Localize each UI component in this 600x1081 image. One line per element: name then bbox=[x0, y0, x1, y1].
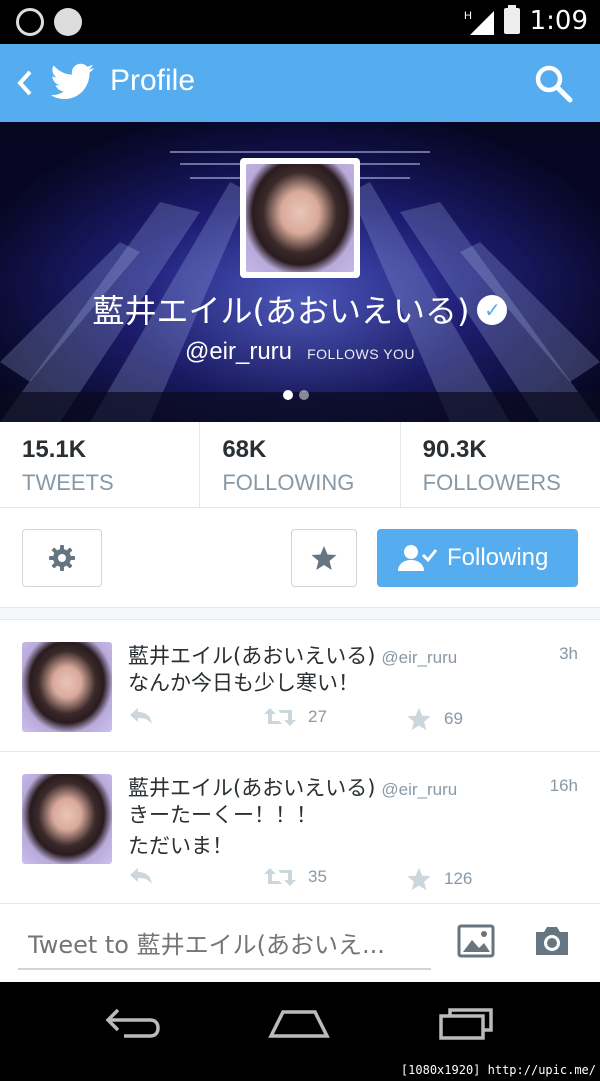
section-divider bbox=[0, 608, 600, 620]
tweet-actions: 35 126 bbox=[128, 866, 578, 894]
reply-icon bbox=[130, 868, 152, 884]
pager-dot-1[interactable] bbox=[283, 390, 293, 400]
settings-button[interactable] bbox=[22, 529, 102, 587]
retweet-icon bbox=[264, 708, 296, 726]
stat-tweets[interactable]: 15.1K TWEETS bbox=[0, 422, 201, 507]
tweet-time: 3h bbox=[559, 644, 578, 663]
tweet-text: きーたーくー！！！ ただいま！ bbox=[128, 803, 317, 858]
favorite-button[interactable]: 69 bbox=[406, 706, 463, 732]
app-bar: Profile bbox=[0, 44, 600, 122]
clock: 1:09 bbox=[529, 6, 588, 36]
favorite-profile-button[interactable] bbox=[291, 529, 357, 587]
tweet-item[interactable]: 藍井エイル(あおいえいる) @eir_ruru 3h なんか今日も少し寒い！ 27… bbox=[0, 620, 600, 752]
battery-icon bbox=[503, 5, 520, 34]
profile-name: 藍井エイル(あおいえいる) bbox=[92, 292, 470, 330]
profile-handle: @eir_ruru bbox=[184, 338, 293, 365]
profile-avatar-image bbox=[246, 164, 354, 272]
stat-following[interactable]: 68K FOLLOWING bbox=[200, 422, 401, 507]
tweet-list: 藍井エイル(あおいえいる) @eir_ruru 3h なんか今日も少し寒い！ 27… bbox=[0, 620, 600, 904]
favorite-count: 126 bbox=[444, 869, 473, 888]
profile-header-banner[interactable]: 藍井エイル(あおいえいる) @eir_ruru FOLLOWS YOU bbox=[0, 122, 600, 422]
stat-followers[interactable]: 90.3K FOLLOWERS bbox=[401, 422, 600, 507]
system-nav-bar: [1080x1920] http://upic.me/ bbox=[0, 982, 600, 1081]
stat-value: 68K bbox=[222, 436, 267, 463]
tweet-author-handle: @eir_ruru bbox=[381, 648, 458, 667]
favorite-button[interactable]: 126 bbox=[406, 866, 472, 892]
notification-app-icon bbox=[16, 8, 44, 36]
reply-button[interactable] bbox=[128, 866, 154, 886]
tweet-input[interactable] bbox=[18, 922, 431, 970]
reply-icon bbox=[130, 708, 152, 724]
tweet-actions: 27 69 bbox=[128, 706, 578, 734]
gear-icon bbox=[49, 545, 75, 571]
profile-stats: 15.1K TWEETS 68K FOLLOWING 90.3K FOLLOWE… bbox=[0, 422, 600, 508]
nav-recents-icon[interactable] bbox=[438, 1004, 496, 1040]
stat-value: 90.3K bbox=[422, 436, 487, 463]
tweet-author-name: 藍井エイル(あおいえいる) bbox=[128, 644, 376, 668]
tweet-author: 藍井エイル(あおいえいる) @eir_ruru bbox=[128, 772, 457, 802]
stat-label: FOLLOWERS bbox=[422, 470, 561, 495]
profile-avatar[interactable] bbox=[240, 158, 360, 278]
pager-dot-2[interactable] bbox=[299, 390, 309, 400]
tweet-author: 藍井エイル(あおいえいる) @eir_ruru bbox=[128, 640, 457, 670]
tweet-composer bbox=[0, 904, 600, 982]
follow-check-icon bbox=[398, 545, 437, 571]
verified-icon bbox=[477, 295, 508, 325]
retweet-button[interactable]: 35 bbox=[264, 866, 327, 888]
nav-home-icon[interactable] bbox=[268, 1006, 330, 1040]
tweet-avatar[interactable] bbox=[22, 774, 112, 864]
tweet-avatar[interactable] bbox=[22, 642, 112, 732]
stat-label: FOLLOWING bbox=[222, 470, 355, 495]
nav-back-icon[interactable] bbox=[104, 1006, 162, 1040]
search-icon[interactable] bbox=[532, 62, 574, 104]
twitter-bird-icon bbox=[50, 63, 94, 99]
notification-s-icon bbox=[54, 8, 82, 36]
signal-icon: H bbox=[464, 10, 494, 35]
tweet-author-handle: @eir_ruru bbox=[381, 780, 458, 799]
status-bar: H 1:09 bbox=[0, 0, 600, 44]
favorite-icon bbox=[407, 707, 431, 731]
profile-name-row: 藍井エイル(あおいえいる) bbox=[0, 286, 600, 332]
back-icon[interactable] bbox=[12, 64, 38, 102]
tweet-item[interactable]: 藍井エイル(あおいえいる) @eir_ruru 16h きーたーくー！！！ ただい… bbox=[0, 752, 600, 904]
favorite-icon bbox=[407, 867, 431, 891]
following-button-label: Following bbox=[447, 544, 549, 571]
stat-value: 15.1K bbox=[22, 436, 87, 463]
page-title: Profile bbox=[110, 64, 196, 97]
retweet-button[interactable]: 27 bbox=[264, 706, 327, 728]
following-button[interactable]: Following bbox=[377, 529, 578, 587]
retweet-count: 35 bbox=[308, 867, 327, 886]
tweet-text: なんか今日も少し寒い！ bbox=[128, 671, 359, 695]
camera-icon[interactable] bbox=[532, 924, 572, 958]
watermark: [1080x1920] http://upic.me/ bbox=[400, 1063, 596, 1077]
reply-button[interactable] bbox=[128, 706, 154, 726]
profile-handle-row: @eir_ruru FOLLOWS YOU bbox=[0, 338, 600, 366]
notification-icons bbox=[16, 8, 82, 36]
status-indicators: H 1:09 bbox=[464, 5, 588, 36]
star-icon bbox=[311, 546, 337, 570]
image-icon[interactable] bbox=[457, 924, 495, 958]
tweet-time: 16h bbox=[549, 776, 578, 795]
stat-label: TWEETS bbox=[22, 470, 114, 495]
network-type: H bbox=[464, 10, 472, 22]
follows-you-badge: FOLLOWS YOU bbox=[307, 346, 416, 362]
header-pager[interactable] bbox=[283, 390, 309, 400]
tweet-author-name: 藍井エイル(あおいえいる) bbox=[128, 776, 376, 800]
retweet-count: 27 bbox=[308, 707, 327, 726]
favorite-count: 69 bbox=[444, 709, 463, 728]
profile-actions: Following bbox=[0, 508, 600, 608]
retweet-icon bbox=[264, 868, 296, 886]
